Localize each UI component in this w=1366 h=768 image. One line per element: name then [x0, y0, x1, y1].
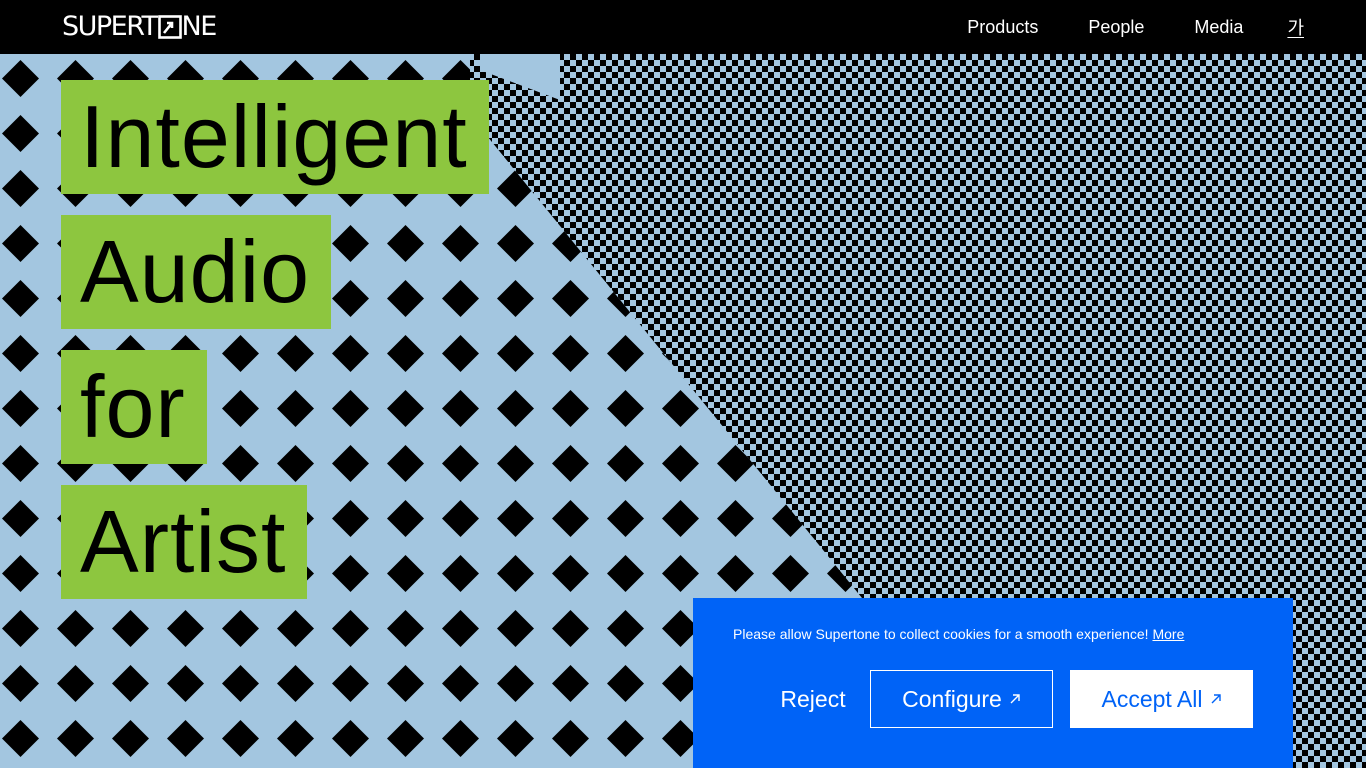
cookie-consent-banner: Please allow Supertone to collect cookie… [693, 598, 1293, 768]
nav-people-link[interactable]: People [1088, 17, 1144, 38]
language-toggle-korean[interactable]: 가 [1287, 14, 1304, 40]
reject-button[interactable]: Reject [733, 670, 893, 728]
reject-button-label: Reject [780, 685, 846, 712]
configure-button-label: Configure [902, 685, 1002, 712]
cookie-message: Please allow Supertone to collect cookie… [733, 626, 1184, 642]
logo-text-end: NE [181, 11, 218, 42]
accept-all-button[interactable]: Accept All [1070, 670, 1253, 728]
nav-media-link[interactable]: Media [1194, 17, 1243, 38]
cookie-message-text: Please allow Supertone to collect cookie… [733, 626, 1149, 642]
headline-line-4: Artist [61, 485, 308, 599]
headline-line-3: for [61, 350, 207, 464]
headline-line-1: Intelligent [61, 80, 489, 194]
nav-products-link[interactable]: Products [967, 17, 1038, 38]
cookie-more-link[interactable]: More [1152, 626, 1184, 642]
arrow-up-right-icon [1009, 693, 1021, 705]
headline-line-2: Audio [61, 215, 332, 329]
arrow-up-right-icon [1210, 693, 1222, 705]
logo-o-mark-icon [157, 15, 182, 39]
main-nav: Products People Media 가 [917, 0, 1304, 54]
accept-all-button-label: Accept All [1101, 685, 1203, 712]
top-navigation-bar: SUPERT NE Products People Media 가 [0, 0, 1366, 54]
logo-text-start: SUPERT [62, 11, 158, 42]
configure-button[interactable]: Configure [870, 670, 1053, 728]
supertone-logo[interactable]: SUPERT NE [62, 11, 218, 42]
